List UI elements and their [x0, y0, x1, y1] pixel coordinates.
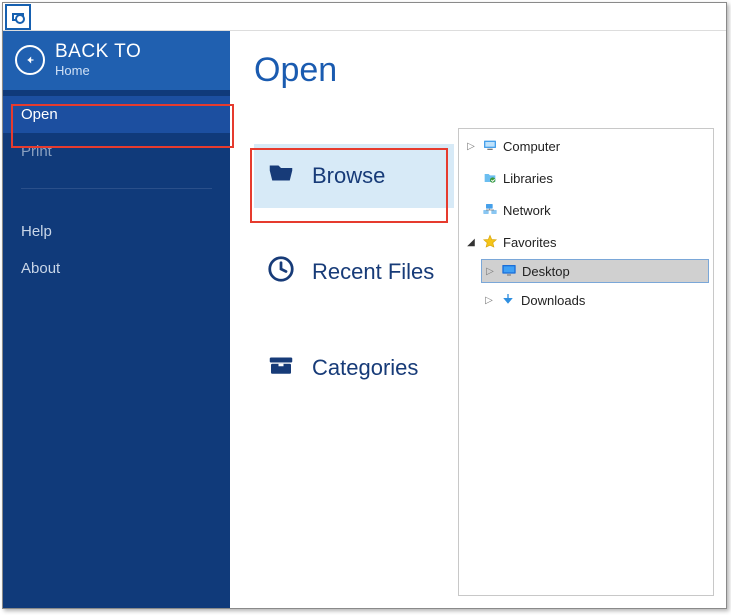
recent-files-button[interactable]: Recent Files [254, 240, 454, 304]
sidebar-item-print[interactable]: Print [3, 133, 230, 170]
page-title: Open [230, 31, 726, 120]
star-icon [481, 234, 499, 250]
chevron-right-icon[interactable]: ▷ [465, 141, 477, 152]
tree-label: Computer [503, 139, 560, 154]
action-label: Recent Files [312, 259, 434, 285]
tree-node-computer[interactable]: ▷ Computer [463, 135, 709, 157]
sidebar-item-label: Print [21, 143, 52, 160]
sidebar-item-help[interactable]: Help [3, 213, 230, 250]
sidebar-divider [21, 188, 212, 189]
chevron-right-icon[interactable]: ▷ [484, 266, 496, 277]
titlebar [3, 3, 726, 31]
categories-button[interactable]: Categories [254, 336, 454, 400]
sidebar-item-open[interactable]: Open [3, 96, 230, 133]
browse-button[interactable]: Browse [254, 144, 454, 208]
app-logo-icon [5, 4, 31, 30]
tree-node-favorites[interactable]: ◢ Favorites [463, 231, 709, 253]
download-arrow-icon [499, 292, 517, 308]
box-icon [266, 350, 296, 386]
desktop-icon [500, 263, 518, 279]
tree-label: Desktop [522, 264, 570, 279]
action-label: Browse [312, 163, 385, 189]
tree-node-libraries[interactable]: Libraries [463, 167, 709, 189]
tree-node-downloads[interactable]: ▷ Downloads [481, 289, 709, 311]
folder-tree[interactable]: ▷ Computer Libraries [458, 128, 714, 596]
chevron-down-icon[interactable]: ◢ [465, 237, 477, 248]
sidebar-item-label: About [21, 260, 60, 277]
sidebar-item-about[interactable]: About [3, 250, 230, 287]
tree-label: Network [503, 203, 551, 218]
computer-icon [481, 138, 499, 154]
action-label: Categories [312, 355, 418, 381]
sidebar-item-label: Help [21, 223, 52, 240]
back-arrow-icon [15, 45, 45, 75]
folder-icon [266, 158, 296, 194]
open-actions: Browse Recent Files Categories [254, 120, 454, 608]
tree-label: Downloads [521, 293, 585, 308]
back-button[interactable]: BACK TO Home [3, 31, 230, 90]
sidebar-item-label: Open [21, 106, 58, 123]
back-subtitle: Home [55, 63, 141, 78]
chevron-right-icon[interactable]: ▷ [483, 295, 495, 306]
main-panel: Open Browse Recent Files [230, 31, 726, 608]
clock-icon [266, 254, 296, 290]
tree-label: Libraries [503, 171, 553, 186]
tree-label: Favorites [503, 235, 556, 250]
back-title: BACK TO [55, 41, 141, 63]
tree-node-network[interactable]: Network [463, 199, 709, 221]
tree-node-desktop[interactable]: ▷ Desktop [481, 259, 709, 283]
sidebar: BACK TO Home Open Print Help About [3, 31, 230, 608]
libraries-icon [481, 170, 499, 186]
network-icon [481, 202, 499, 218]
